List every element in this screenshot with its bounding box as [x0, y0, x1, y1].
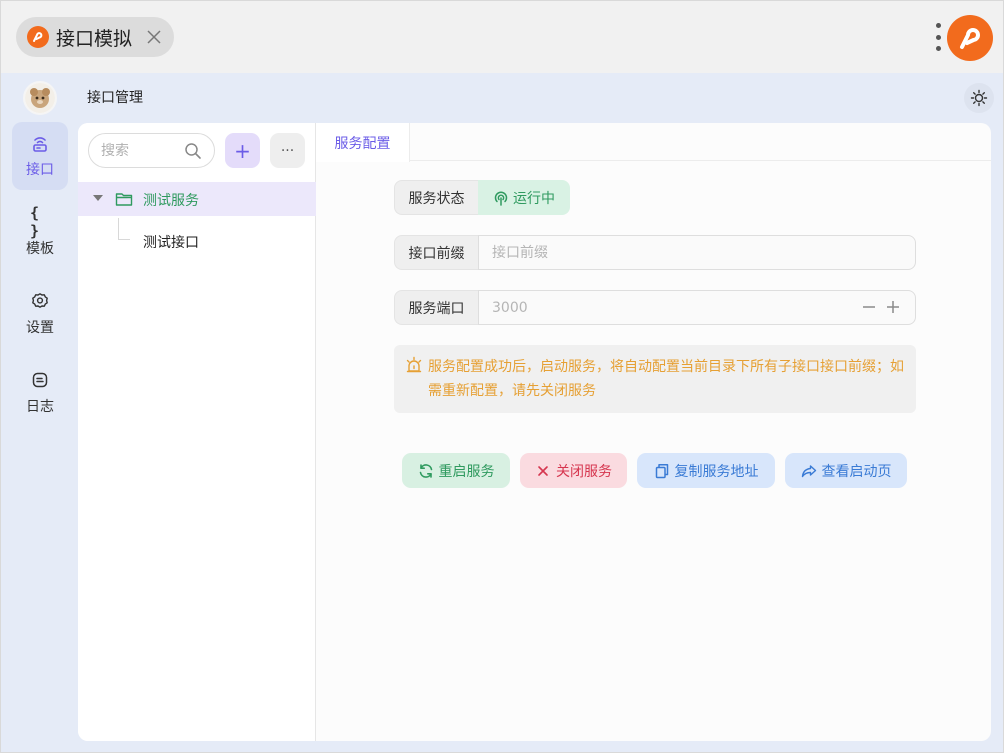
- share-arrow-icon: [801, 463, 817, 479]
- title-bar: 接口模拟: [1, 1, 1003, 73]
- status-label: 服务状态: [394, 180, 478, 215]
- alarm-icon: [406, 356, 422, 373]
- tree-node-label: 测试接口: [143, 235, 199, 251]
- sidebar-item-label: 接口: [26, 162, 54, 178]
- stop-label: 关闭服务: [556, 463, 612, 480]
- port-row: 服务端口: [394, 290, 916, 325]
- page-title: 接口管理: [87, 90, 143, 106]
- notice-text: 服务配置成功后，启动服务，将自动配置当前目录下所有子接口接口前缀；如需重新配置，…: [428, 359, 904, 399]
- port-label: 服务端口: [394, 290, 478, 325]
- refresh-icon: [418, 463, 434, 479]
- copy-label: 复制服务地址: [674, 463, 759, 480]
- log-icon: [30, 370, 50, 390]
- tree-pane: + ··· 测试服务 测试接口: [78, 123, 316, 741]
- tab-service-config[interactable]: 服务配置: [316, 123, 410, 162]
- app-logo-icon: [27, 26, 49, 48]
- router-icon: [30, 133, 50, 153]
- more-vertical-icon[interactable]: [932, 23, 944, 51]
- sidebar-item-settings[interactable]: 设置: [12, 280, 68, 348]
- search-icon[interactable]: [184, 142, 202, 160]
- theme-toggle-button[interactable]: [964, 83, 994, 113]
- view-start-page-button[interactable]: 查看启动页: [785, 453, 907, 488]
- sun-icon: [970, 89, 988, 107]
- restart-label: 重启服务: [438, 463, 495, 480]
- folder-icon: [115, 193, 133, 206]
- status-badge: 运行中: [478, 180, 570, 215]
- status-row: 服务状态 运行中: [394, 180, 570, 215]
- tree-connector: [118, 218, 130, 240]
- close-icon[interactable]: [144, 27, 164, 47]
- brand-logo-icon[interactable]: [947, 15, 993, 61]
- copy-icon: [654, 463, 670, 479]
- notice-box: 服务配置成功后，启动服务，将自动配置当前目录下所有子接口接口前缀；如需重新配置，…: [394, 345, 916, 413]
- search-box[interactable]: [88, 133, 215, 168]
- view-label: 查看启动页: [821, 463, 892, 480]
- signal-icon: [494, 190, 508, 206]
- close-icon: [535, 463, 551, 479]
- avatar[interactable]: [23, 81, 57, 115]
- add-button[interactable]: +: [225, 133, 260, 168]
- content-panel: + ··· 测试服务 测试接口 服务配置 服务状态: [78, 123, 991, 741]
- prefix-label: 接口前缀: [394, 235, 478, 270]
- braces-icon: { }: [30, 204, 40, 240]
- sidebar-item-template[interactable]: { } 模板: [12, 201, 68, 269]
- stop-button[interactable]: 关闭服务: [520, 453, 627, 488]
- restart-button[interactable]: 重启服务: [402, 453, 510, 488]
- sidebar-item-label: 模板: [26, 241, 54, 257]
- sidebar-item-log[interactable]: 日志: [12, 359, 68, 427]
- copy-address-button[interactable]: 复制服务地址: [637, 453, 775, 488]
- port-stepper[interactable]: [478, 290, 916, 325]
- prefix-row: 接口前缀: [394, 235, 916, 270]
- app-tab-title: 接口模拟: [56, 27, 133, 50]
- port-input[interactable]: [492, 298, 822, 318]
- status-value: 运行中: [513, 190, 555, 207]
- tab-bar: 服务配置: [316, 123, 991, 162]
- more-button[interactable]: ···: [270, 133, 305, 168]
- main-area: 接口管理 接口 { } 模板 设置 日志 搜索 + ··· 测试服务 测试接口 …: [1, 73, 1003, 752]
- sidebar-item-label: 设置: [26, 320, 54, 336]
- search-input[interactable]: [101, 141, 181, 161]
- minus-icon[interactable]: [859, 297, 879, 317]
- tree-leaf-node[interactable]: 测试接口: [132, 224, 312, 258]
- plus-icon[interactable]: [883, 297, 903, 317]
- app-tab[interactable]: 接口模拟: [16, 17, 174, 57]
- detail-pane: 服务配置 服务状态 运行中 接口前缀 接口前缀 服务端口 3000 服务配置成功…: [316, 123, 991, 741]
- prefix-input[interactable]: [492, 243, 822, 263]
- gear-icon: [30, 291, 50, 311]
- caret-down-icon[interactable]: [93, 195, 103, 201]
- sidebar-item-interface[interactable]: 接口: [12, 122, 68, 190]
- tree-folder-node[interactable]: 测试服务: [78, 182, 316, 216]
- tree-node-label: 测试服务: [143, 193, 199, 209]
- sidebar-item-label: 日志: [26, 399, 54, 415]
- prefix-field[interactable]: [478, 235, 916, 270]
